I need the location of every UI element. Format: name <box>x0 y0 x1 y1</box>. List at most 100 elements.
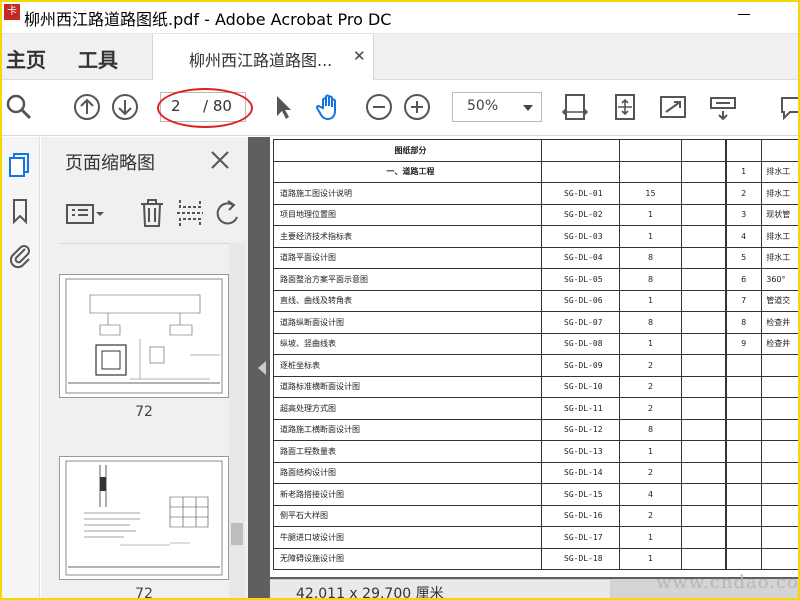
left-rail <box>0 137 40 600</box>
drawing-name: 直线、曲线及转角表 <box>273 289 542 312</box>
empty-cell <box>681 268 727 291</box>
pdf-page[interactable]: 图纸部分 一、道路工程 道路施工图设计说明 SG-DL-01 15 项目地理位置图 SG… <box>270 137 800 577</box>
table-section-row: 一、道路工程 <box>273 160 727 183</box>
title-bar: 卡 柳州西江路道路图纸.pdf - Adobe Acrobat Pro DC <box>0 0 800 34</box>
side-row-title: 排水工 <box>761 182 800 205</box>
side-table-row <box>724 504 800 527</box>
drawing-name: 逐桩坐标表 <box>273 354 542 377</box>
page-up-icon[interactable] <box>72 92 102 122</box>
side-row-number <box>724 483 763 506</box>
delete-icon[interactable] <box>137 197 167 229</box>
side-row-title <box>761 483 800 506</box>
side-row-number <box>724 397 763 420</box>
empty-cell <box>681 332 727 355</box>
side-row-title <box>761 440 800 463</box>
scrollbar-thumb[interactable] <box>231 523 243 545</box>
fit-width-icon[interactable] <box>560 92 590 122</box>
side-table-row: 5 排水工 <box>724 246 800 269</box>
side-row-number: 4 <box>724 225 763 248</box>
drawing-quantity: 1 <box>619 440 682 463</box>
hand-icon[interactable] <box>314 92 344 122</box>
table-header: 图纸部分 <box>273 139 542 162</box>
table-row: 直线、曲线及转角表 SG-DL-06 1 <box>273 289 727 312</box>
side-row-title <box>761 504 800 527</box>
drawing-code: SG-DL-16 <box>541 504 620 527</box>
side-row-title: 现状管 <box>761 203 800 226</box>
empty-cell <box>681 397 727 420</box>
side-row-number: 3 <box>724 203 763 226</box>
search-icon[interactable] <box>4 92 34 122</box>
thumbnail-page[interactable] <box>59 274 229 398</box>
zoom-select[interactable]: 50% <box>452 92 542 122</box>
zoom-out-icon[interactable] <box>364 92 394 122</box>
minimize-button[interactable] <box>736 6 752 22</box>
rotate-icon[interactable] <box>213 197 243 229</box>
empty-cell <box>681 182 727 205</box>
select-cursor-icon[interactable] <box>268 92 298 122</box>
tab-home[interactable]: 主页 <box>6 44 46 73</box>
drawing-quantity: 2 <box>619 461 682 484</box>
tab-document[interactable]: 柳州西江路道路图... ✕ <box>152 34 374 81</box>
drawing-code: SG-DL-12 <box>541 418 620 441</box>
drawing-code: SG-DL-01 <box>541 182 620 205</box>
table-header-row: 图纸部分 <box>273 139 727 162</box>
drawings-table: 图纸部分 一、道路工程 道路施工图设计说明 SG-DL-01 15 项目地理位置图 SG… <box>273 139 727 570</box>
tab-close-icon[interactable]: ✕ <box>353 47 366 65</box>
drawing-code: SG-DL-06 <box>541 289 620 312</box>
side-row-title: 排水工 <box>761 246 800 269</box>
drawing-quantity: 1 <box>619 203 682 226</box>
options-menu-icon[interactable] <box>65 199 105 229</box>
fit-page-icon[interactable] <box>610 92 640 122</box>
close-icon[interactable] <box>209 149 231 171</box>
side-row-title: 检查井 <box>761 332 800 355</box>
zoom-in-icon[interactable] <box>402 92 432 122</box>
table-row: 超高处理方式图 SG-DL-11 2 <box>273 397 727 420</box>
thumbnails-panel: 页面缩略图 72 72 <box>41 137 248 600</box>
empty-cell <box>681 440 727 463</box>
scroll-mode-icon[interactable] <box>708 92 738 122</box>
drawing-quantity: 1 <box>619 547 682 570</box>
empty-cell <box>681 547 727 570</box>
side-row-title <box>761 375 800 398</box>
side-row-title: 管道交 <box>761 289 800 312</box>
comment-icon[interactable] <box>778 92 800 122</box>
side-table-row: 4 排水工 <box>724 225 800 248</box>
thumbnails-scrollbar[interactable] <box>229 243 245 600</box>
drawing-code: SG-DL-08 <box>541 332 620 355</box>
split-page-icon[interactable] <box>175 197 205 229</box>
attachment-icon[interactable] <box>6 241 34 269</box>
drawing-quantity: 1 <box>619 332 682 355</box>
drawing-code: SG-DL-18 <box>541 547 620 570</box>
thumbnail-label: 72 <box>135 586 153 600</box>
empty-cell <box>681 225 727 248</box>
table-row: 道路施工图设计说明 SG-DL-01 15 <box>273 182 727 205</box>
drawing-name: 道路平面设计图 <box>273 246 542 269</box>
side-row-number <box>724 547 763 570</box>
tab-tools[interactable]: 工具 <box>78 44 118 73</box>
page-down-icon[interactable] <box>110 92 140 122</box>
drawing-name: 牛腿进口坡设计图 <box>273 526 542 549</box>
thumbnails-icon[interactable] <box>6 151 34 179</box>
chevron-down-icon <box>523 105 533 111</box>
side-table-row: 7 管道交 <box>724 289 800 312</box>
document-area: 图纸部分 一、道路工程 道路施工图设计说明 SG-DL-01 15 项目地理位置图 SG… <box>248 137 800 600</box>
zoom-value: 50% <box>467 98 499 114</box>
collapse-panel-icon[interactable] <box>258 361 266 375</box>
drawing-code: SG-DL-09 <box>541 354 620 377</box>
table-row: 项目地理位置图 SG-DL-02 1 <box>273 203 727 226</box>
side-table-row: 2 排水工 <box>724 182 800 205</box>
drawing-code: SG-DL-14 <box>541 461 620 484</box>
thumbnail-page[interactable] <box>59 456 229 580</box>
bookmark-icon[interactable] <box>6 197 34 225</box>
side-table-row <box>724 397 800 420</box>
side-table-row <box>724 461 800 484</box>
side-row-title: 排水工 <box>761 160 800 183</box>
table-row: 新老路搭接设计图 SG-DL-15 4 <box>273 483 727 506</box>
drawing-name: 无障碍设施设计图 <box>273 547 542 570</box>
table-row: 道路施工横断面设计图 SG-DL-12 8 <box>273 418 727 441</box>
full-screen-icon[interactable] <box>658 92 688 122</box>
page-size-label: 42.011 x 29.700 厘米 <box>296 586 444 600</box>
drawing-code: SG-DL-11 <box>541 397 620 420</box>
toolbar: 2 / 80 50% <box>0 80 800 136</box>
drawing-code: SG-DL-02 <box>541 203 620 226</box>
